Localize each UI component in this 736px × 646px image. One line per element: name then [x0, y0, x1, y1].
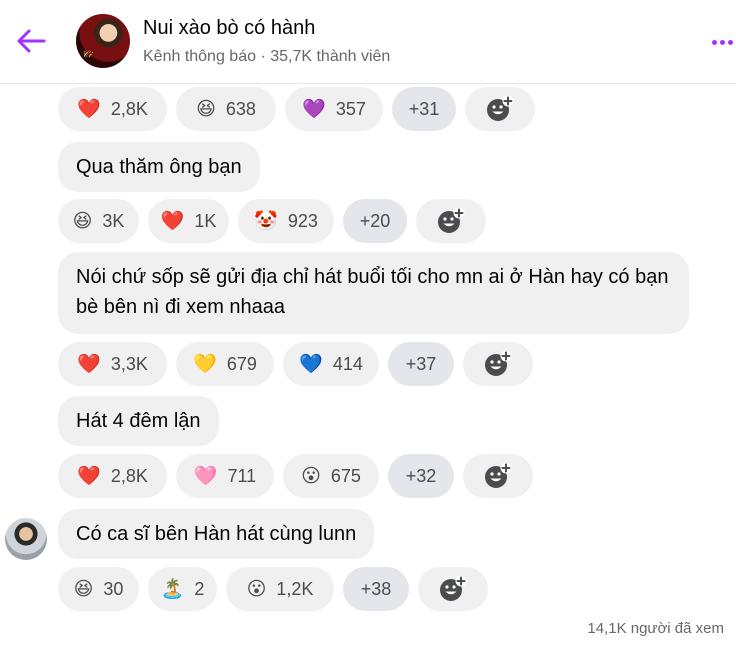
laughing-face-icon: 😆 — [72, 210, 93, 232]
reaction-pill[interactable]: ❤️ 3,3K — [58, 342, 167, 386]
reaction-count: 923 — [287, 210, 318, 231]
reaction-count: 1,2K — [276, 578, 314, 599]
reaction-bar: 😆 30 🏝️ 2 😮 1,2K +38 — [58, 567, 488, 611]
add-reaction-icon — [485, 463, 512, 488]
reaction-pill[interactable]: 🏝️ 2 — [148, 567, 217, 611]
blue-heart-icon: 💙 — [299, 353, 323, 375]
reaction-bar: ❤️ 3,3K 💛 679 💙 414 +37 — [58, 342, 533, 386]
reaction-pill[interactable]: 💜 357 — [285, 87, 383, 131]
more-reactions-button[interactable]: +38 — [343, 567, 409, 611]
channel-avatar[interactable]: 𝒞𝒾 — [76, 14, 130, 68]
reaction-pill[interactable]: 😆 3K — [58, 199, 139, 243]
back-button[interactable] — [14, 24, 48, 58]
sender-avatar[interactable] — [5, 518, 47, 560]
channel-title[interactable]: Nui xào bò có hành — [143, 17, 315, 40]
back-arrow-icon — [17, 29, 46, 53]
reaction-count: 2,8K — [110, 465, 148, 486]
reaction-pill[interactable]: ❤️ 2,8K — [58, 87, 167, 131]
surprised-face-icon: 😮 — [301, 465, 321, 487]
reaction-pill[interactable]: 🤡 923 — [238, 199, 334, 243]
reaction-count: 675 — [330, 465, 361, 486]
add-reaction-icon — [487, 96, 514, 121]
clown-face-icon: 🤡 — [254, 210, 278, 232]
reaction-pill[interactable]: 🩷 711 — [176, 454, 274, 498]
add-reaction-icon — [485, 351, 512, 376]
reaction-pill[interactable]: 😆 638 — [176, 87, 276, 131]
heart-icon: ❤️ — [77, 98, 101, 120]
heart-icon: ❤️ — [77, 465, 101, 487]
reaction-bar: ❤️ 2,8K 😆 638 💜 357 +31 — [58, 87, 535, 131]
laughing-face-icon: 😆 — [73, 578, 94, 600]
reaction-pill[interactable]: 💙 414 — [283, 342, 379, 386]
message-bubble[interactable]: Có ca sĩ bên Hàn hát cùng lunn — [58, 509, 375, 559]
beach-icon: 🏝️ — [160, 578, 185, 600]
surprised-face-icon: 😮 — [246, 578, 267, 600]
reaction-pill[interactable]: 😮 1,2K — [226, 567, 334, 611]
reaction-count: 2,8K — [110, 98, 148, 119]
add-reaction-button[interactable] — [416, 199, 486, 243]
reaction-bar: 😆 3K ❤️ 1K 🤡 923 +20 — [58, 199, 486, 243]
message-bubble[interactable]: Hát 4 đêm lận — [58, 396, 219, 446]
add-reaction-button[interactable] — [463, 454, 533, 498]
channel-subtitle: Kênh thông báo · 35,7K thành viên — [143, 48, 391, 65]
laughing-face-icon: 😆 — [196, 98, 216, 120]
reaction-count: 711 — [227, 465, 257, 486]
reaction-count: 2 — [194, 578, 205, 599]
view-count: 14,1K người đã xem — [587, 620, 724, 637]
add-reaction-icon — [440, 576, 467, 601]
chat-header: 𝒞𝒾 Nui xào bò có hành Kênh thông báo · 3… — [0, 0, 736, 84]
purple-heart-icon: 💜 — [302, 98, 326, 120]
reaction-pill[interactable]: 😆 30 — [58, 567, 139, 611]
heart-icon: ❤️ — [77, 353, 101, 375]
yellow-heart-icon: 💛 — [193, 353, 217, 375]
reaction-bar: ❤️ 2,8K 🩷 711 😮 675 +32 — [58, 454, 533, 498]
reaction-count: 3,3K — [110, 353, 148, 374]
heart-icon: ❤️ — [160, 210, 185, 232]
add-reaction-button[interactable] — [463, 342, 533, 386]
more-options-button[interactable] — [708, 30, 736, 54]
reaction-count: 414 — [332, 353, 363, 374]
reaction-count: 357 — [335, 98, 366, 119]
reaction-count: 3K — [102, 210, 125, 231]
more-reactions-button[interactable]: +31 — [392, 87, 456, 131]
more-reactions-button[interactable]: +32 — [388, 454, 454, 498]
channel-avatar-logo: 𝒞𝒾 — [82, 50, 92, 60]
add-reaction-button[interactable] — [418, 567, 488, 611]
reaction-count: 1K — [194, 210, 217, 231]
more-reactions-button[interactable]: +20 — [343, 199, 407, 243]
add-reaction-button[interactable] — [465, 87, 535, 131]
add-reaction-icon — [438, 208, 465, 233]
reaction-count: 30 — [103, 578, 124, 599]
reaction-count: 679 — [226, 353, 257, 374]
pink-heart-icon: 🩷 — [193, 465, 218, 487]
message-bubble[interactable]: Nói chứ sốp sẽ gửi địa chỉ hát buổi tối … — [58, 252, 689, 334]
more-dots-icon — [711, 39, 717, 45]
message-bubble[interactable]: Qua thăm ông bạn — [58, 142, 260, 192]
more-reactions-button[interactable]: +37 — [388, 342, 454, 386]
reaction-pill[interactable]: ❤️ 1K — [148, 199, 229, 243]
reaction-pill[interactable]: 💛 679 — [176, 342, 274, 386]
reaction-pill[interactable]: 😮 675 — [283, 454, 379, 498]
reaction-pill[interactable]: ❤️ 2,8K — [58, 454, 167, 498]
reaction-count: 638 — [225, 98, 256, 119]
